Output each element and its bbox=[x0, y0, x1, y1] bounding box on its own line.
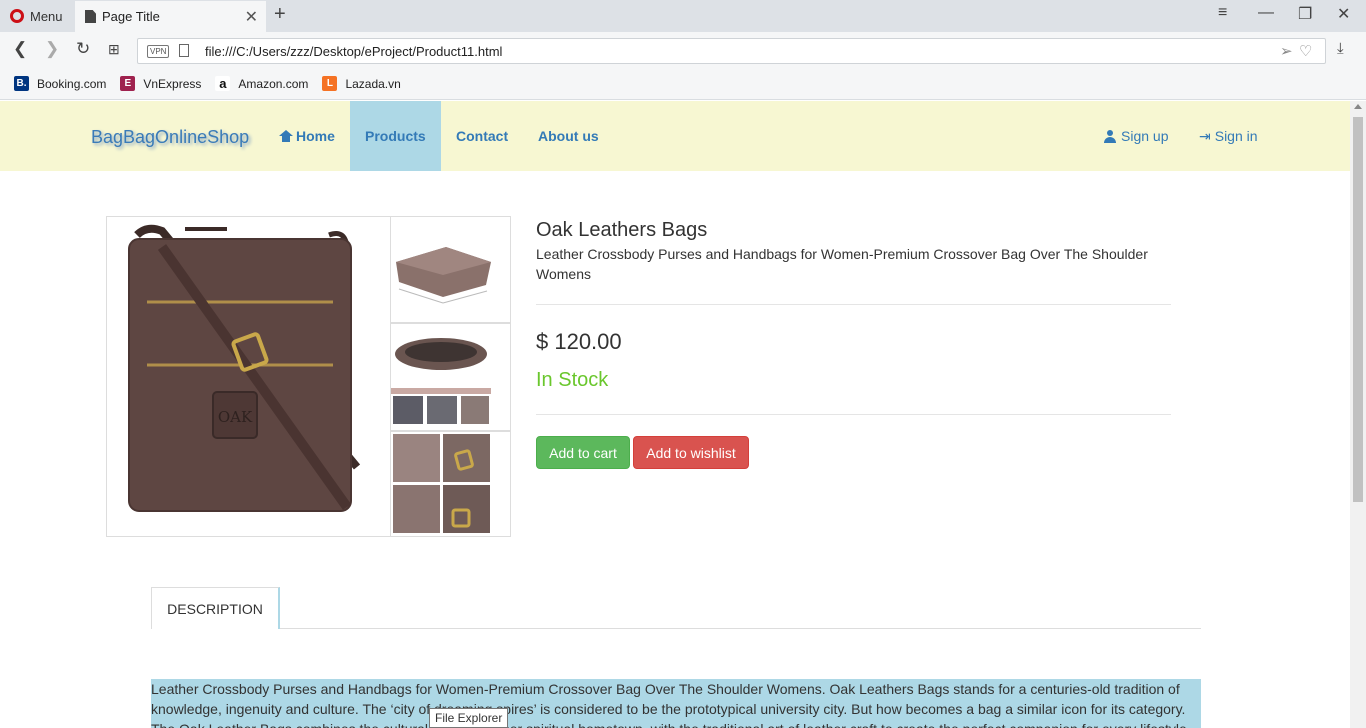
stock-status: In Stock bbox=[536, 369, 609, 391]
add-to-cart-button[interactable]: Add to cart bbox=[536, 436, 630, 469]
nav-signup[interactable]: Sign up bbox=[1104, 101, 1168, 171]
restore-icon[interactable]: ❐ bbox=[1298, 4, 1312, 24]
tabs-border bbox=[151, 628, 1201, 629]
thumbnail-2[interactable] bbox=[390, 323, 511, 431]
browser-tab-bar: Menu Page Title ✕ + ≡ — ❐ ✕ bbox=[0, 0, 1366, 32]
download-icon[interactable]: ⤓ bbox=[1337, 40, 1344, 57]
tooltip: File Explorer bbox=[429, 708, 509, 728]
nav-signin[interactable]: ⇥ Sign in bbox=[1199, 101, 1258, 171]
booking-icon: B. bbox=[14, 76, 29, 91]
nav-contact[interactable]: Contact bbox=[456, 101, 508, 171]
close-tab-icon[interactable]: ✕ bbox=[245, 7, 258, 27]
home-icon bbox=[279, 130, 293, 142]
menu-label: Menu bbox=[30, 8, 63, 24]
bookmarks-bar: B. Booking.com E VnExpress a Amazon.com … bbox=[0, 68, 1366, 100]
scrollbar-thumb[interactable] bbox=[1353, 117, 1363, 502]
site-brand[interactable]: BagBagOnlineShop bbox=[91, 127, 249, 148]
minimize-icon[interactable]: — bbox=[1258, 4, 1274, 22]
product-price: $ 120.00 bbox=[536, 329, 622, 354]
nav-signup-label: Sign up bbox=[1121, 128, 1169, 144]
nav-about-label: About us bbox=[538, 128, 599, 144]
description-text: Leather Crossbody Purses and Handbags fo… bbox=[151, 679, 1201, 728]
bookmark-label: VnExpress bbox=[143, 76, 202, 91]
tab-menu-icon[interactable]: ≡ bbox=[1218, 4, 1227, 22]
page-info-icon[interactable] bbox=[179, 44, 189, 57]
bookmark-label: Amazon.com bbox=[238, 76, 309, 91]
nav-about[interactable]: About us bbox=[538, 101, 599, 171]
page-viewport: BagBagOnlineShop Home Products Contact A… bbox=[0, 101, 1350, 728]
browser-tab[interactable]: Page Title ✕ bbox=[75, 1, 266, 32]
lazada-icon: L bbox=[322, 76, 338, 91]
tab-description[interactable]: DESCRIPTION bbox=[151, 587, 280, 629]
bag-image: OAK bbox=[128, 224, 361, 512]
bookmark-lazada[interactable]: L Lazada.vn bbox=[322, 76, 401, 91]
speed-dial-icon[interactable]: ⊞ bbox=[108, 41, 120, 58]
back-icon[interactable]: ❮ bbox=[13, 39, 27, 59]
product-subtitle: Leather Crossbody Purses and Handbags fo… bbox=[536, 246, 1148, 282]
send-icon[interactable]: ➢ bbox=[1280, 42, 1293, 60]
amazon-icon: a bbox=[215, 76, 231, 91]
nav-products-label: Products bbox=[365, 128, 426, 144]
page-scrollbar[interactable] bbox=[1350, 101, 1366, 728]
vnexpress-icon: E bbox=[120, 76, 136, 91]
nav-home-label: Home bbox=[296, 128, 335, 144]
bookmark-label: Lazada.vn bbox=[345, 76, 401, 91]
opera-menu-button[interactable]: Menu bbox=[0, 0, 74, 32]
address-field[interactable]: VPN file:///C:/Users/zzz/Desktop/eProjec… bbox=[137, 38, 1326, 64]
document-icon bbox=[85, 10, 96, 23]
close-window-icon[interactable]: ✕ bbox=[1337, 4, 1350, 24]
divider bbox=[536, 414, 1171, 415]
forward-icon[interactable]: ❯ bbox=[45, 39, 59, 59]
add-to-wishlist-button[interactable]: Add to wishlist bbox=[633, 436, 749, 469]
user-icon bbox=[1104, 129, 1116, 143]
reload-icon[interactable]: ↻ bbox=[76, 39, 90, 59]
thumbnail-3[interactable] bbox=[390, 431, 511, 537]
scroll-up-icon[interactable] bbox=[1354, 104, 1362, 109]
heart-icon[interactable]: ♡ bbox=[1299, 42, 1312, 60]
nav-home[interactable]: Home bbox=[279, 101, 335, 171]
thumb-bag-flat-image bbox=[391, 217, 510, 322]
bookmark-vnexpress[interactable]: E VnExpress bbox=[120, 76, 201, 91]
product-title: Oak Leathers Bags bbox=[536, 219, 708, 241]
bookmark-amazon[interactable]: a Amazon.com bbox=[215, 76, 308, 91]
tab-title: Page Title bbox=[102, 9, 160, 24]
thumb-bag-details-image bbox=[391, 432, 510, 536]
new-tab-icon[interactable]: + bbox=[274, 3, 286, 26]
bag-logo-text: OAK bbox=[218, 408, 253, 426]
sign-in-icon: ⇥ bbox=[1199, 127, 1211, 144]
divider bbox=[536, 304, 1171, 305]
thumb-bag-open-image bbox=[391, 324, 510, 430]
vpn-badge[interactable]: VPN bbox=[147, 45, 170, 58]
product-main-image[interactable]: OAK bbox=[106, 216, 391, 537]
bookmark-label: Booking.com bbox=[37, 76, 107, 91]
nav-signin-label: Sign in bbox=[1214, 128, 1258, 144]
opera-logo-icon bbox=[10, 9, 24, 23]
thumbnail-1[interactable] bbox=[390, 216, 511, 323]
nav-products[interactable]: Products bbox=[350, 101, 441, 171]
site-navbar: BagBagOnlineShop Home Products Contact A… bbox=[0, 101, 1350, 171]
nav-contact-label: Contact bbox=[456, 128, 509, 144]
bookmark-booking[interactable]: B. Booking.com bbox=[14, 76, 106, 91]
url-text[interactable]: file:///C:/Users/zzz/Desktop/eProject/Pr… bbox=[205, 44, 502, 59]
